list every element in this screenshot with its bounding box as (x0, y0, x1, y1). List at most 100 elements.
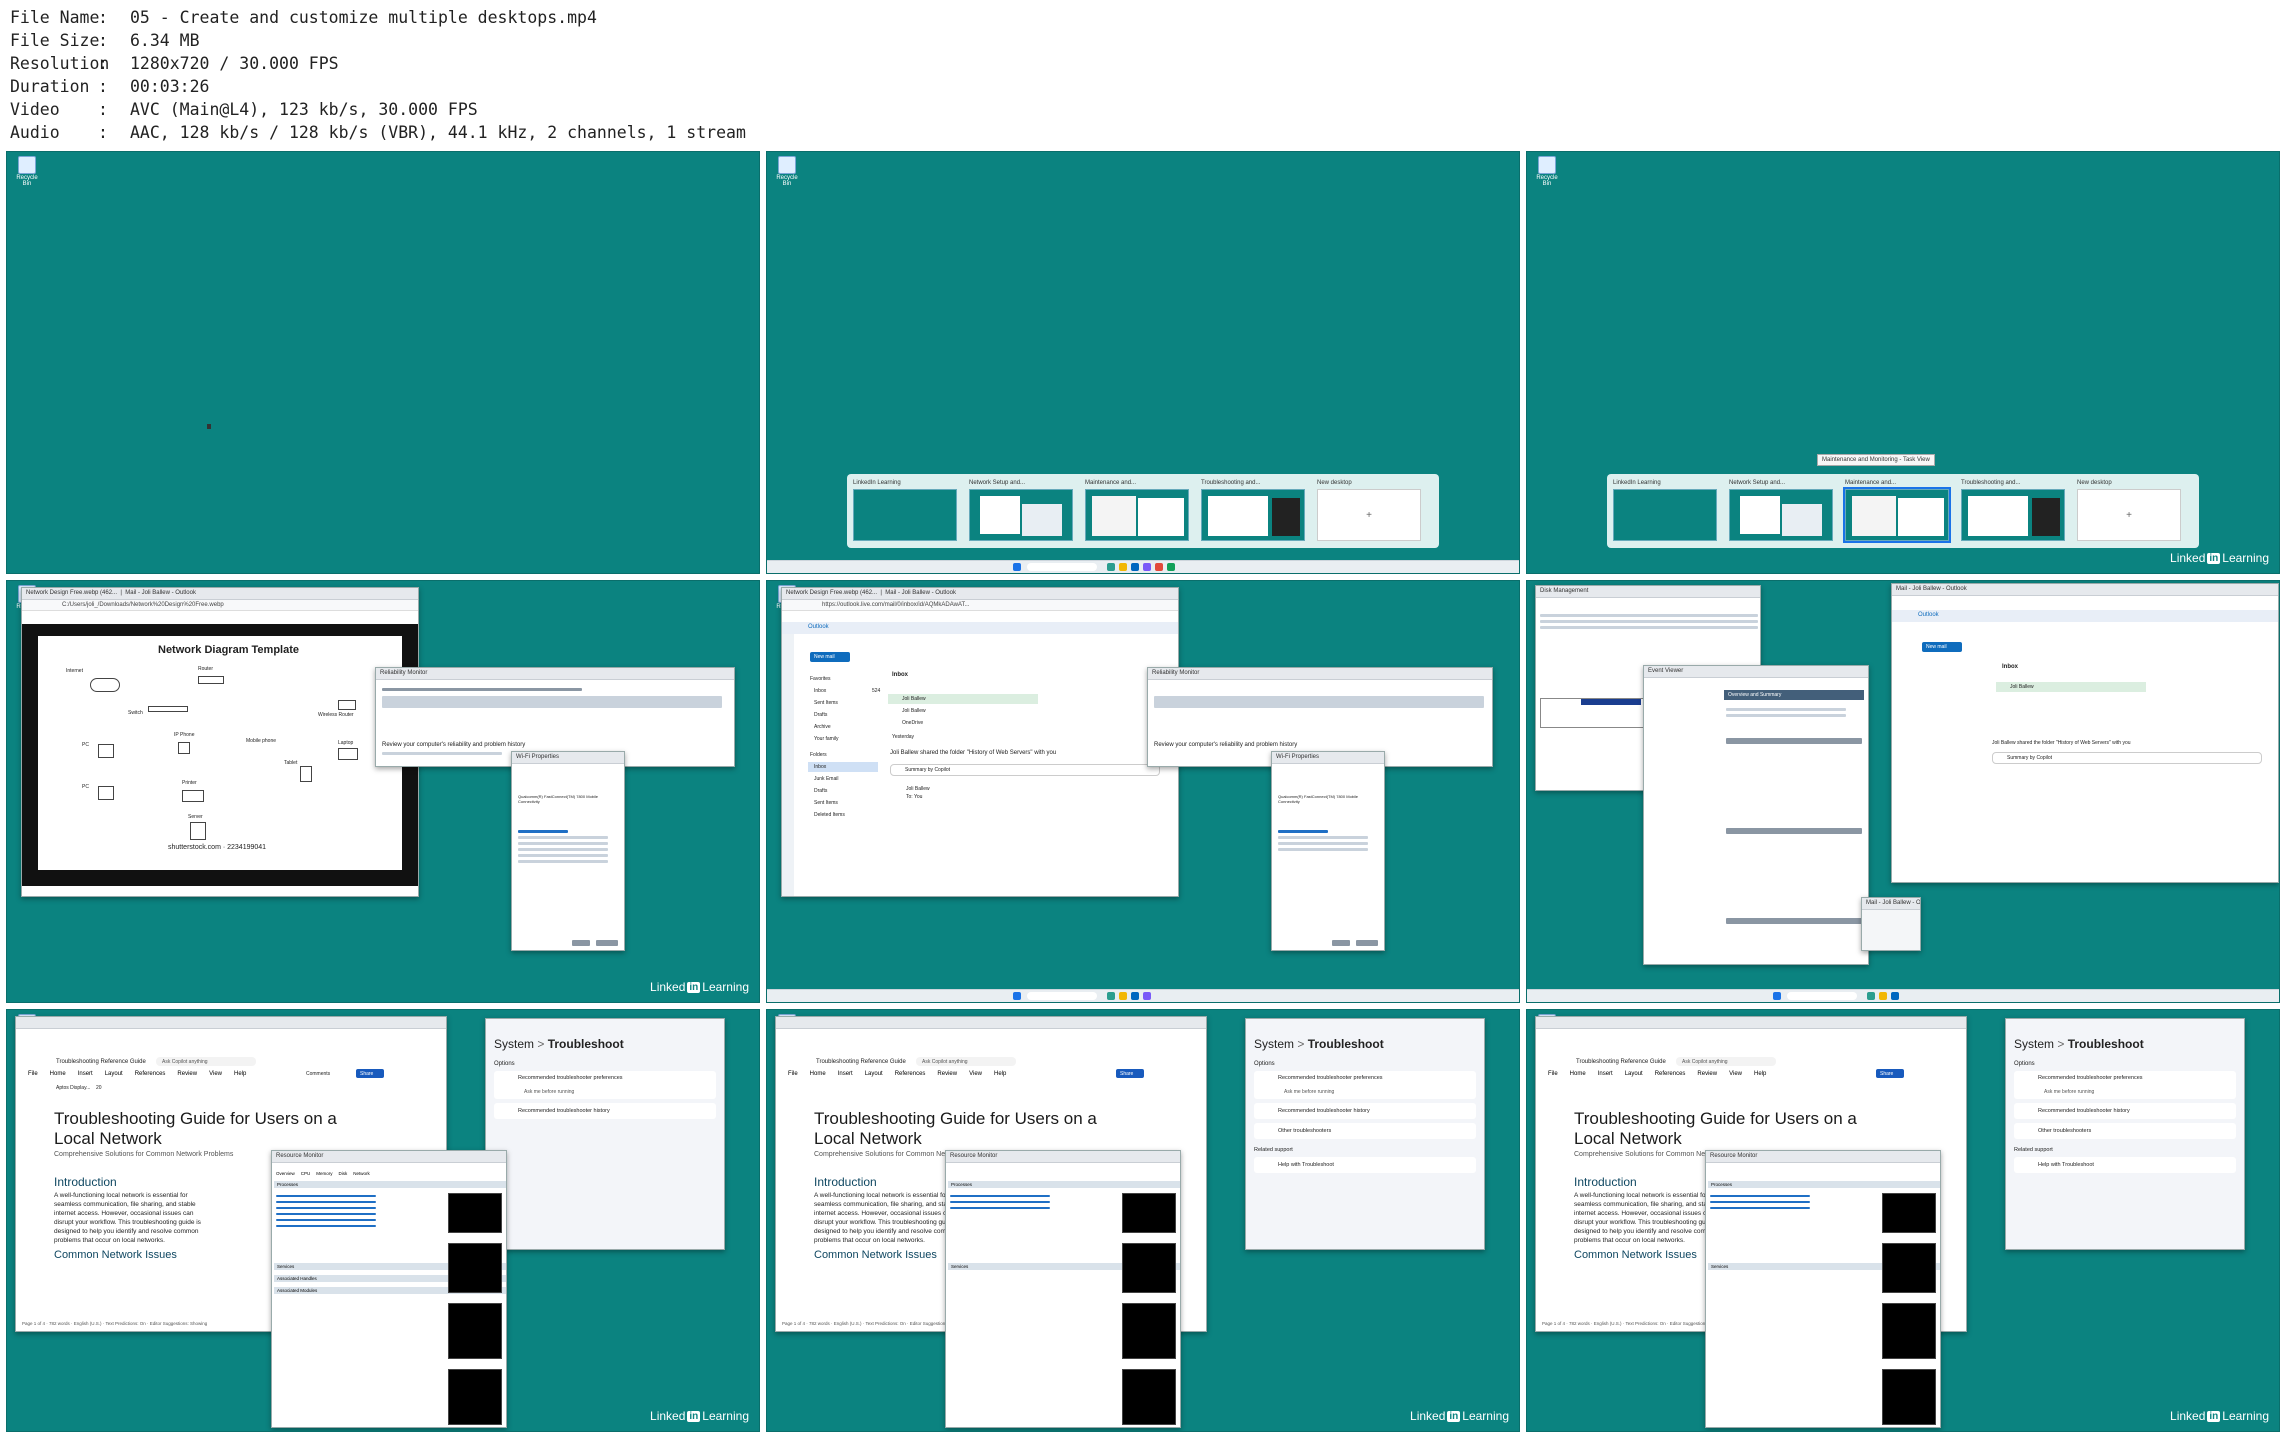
breadcrumb-system[interactable]: System (1254, 1037, 1294, 1051)
task-view-desktop[interactable]: Troubleshooting and... (1201, 480, 1305, 541)
app-icon[interactable] (1167, 563, 1175, 571)
process-row[interactable] (276, 1195, 376, 1197)
folder-item[interactable]: Archive (814, 724, 831, 730)
volume-row[interactable] (1540, 614, 1758, 617)
app-icon[interactable] (1143, 992, 1151, 1000)
ribbon-tab[interactable]: Insert (78, 1071, 93, 1077)
ribbon-tab[interactable]: Layout (865, 1071, 883, 1077)
ribbon-tab[interactable]: View (209, 1071, 222, 1077)
task-view-desktop[interactable]: Maintenance and... (1085, 480, 1189, 541)
ribbon-tab[interactable]: Layout (1625, 1071, 1643, 1077)
browser-tab[interactable]: Mail - Joli Ballew - Outlook (1892, 584, 2278, 596)
process-row[interactable] (276, 1213, 376, 1215)
list-item[interactable] (518, 848, 608, 851)
ribbon-tab[interactable]: File (1548, 1071, 1558, 1077)
process-row[interactable] (276, 1207, 376, 1209)
process-row[interactable] (1710, 1195, 1810, 1197)
help-card[interactable]: Help with Troubleshoot (2014, 1157, 2236, 1173)
processes-section[interactable]: Processes (948, 1181, 1180, 1188)
process-row[interactable] (276, 1225, 376, 1227)
share-button[interactable]: Share (1116, 1069, 1144, 1078)
resmon-tab[interactable]: CPU (301, 1171, 311, 1176)
log-summary-section[interactable] (1726, 918, 1862, 924)
recycle-bin[interactable]: Recycle Bin (773, 156, 801, 187)
app-icon[interactable] (1143, 563, 1151, 571)
recommended-history-card[interactable]: Recommended troubleshooter history (2014, 1103, 2236, 1119)
ribbon-tab[interactable]: Review (177, 1071, 197, 1077)
ask-before-dropdown[interactable]: Ask me before running (1284, 1089, 1334, 1095)
desktop-thumbnail[interactable] (1085, 489, 1189, 541)
task-view-new-desktop[interactable]: New desktop + (1317, 480, 1421, 541)
font-size[interactable]: 20 (96, 1085, 102, 1091)
copilot-search[interactable]: Ask Copilot anything (156, 1057, 256, 1066)
process-row[interactable] (950, 1195, 1050, 1197)
selected-folder[interactable]: Inbox (808, 762, 878, 772)
recommended-prefs-card[interactable]: Recommended troubleshooter preferences A… (1254, 1071, 1476, 1099)
recently-viewed-section[interactable] (1726, 828, 1862, 834)
copilot-search[interactable]: Ask Copilot anything (916, 1057, 1016, 1066)
outlook-icon[interactable] (1131, 992, 1139, 1000)
ribbon-tab[interactable]: View (1729, 1071, 1742, 1077)
list-item[interactable] (518, 860, 608, 863)
start-icon[interactable] (1013, 563, 1021, 571)
copilot-search[interactable]: Ask Copilot anything (1676, 1057, 1776, 1066)
folder-item[interactable]: Folders (810, 752, 827, 758)
selected-item[interactable] (518, 830, 568, 833)
task-view-desktop[interactable]: Maintenance and... (1843, 480, 1951, 543)
browser-tab[interactable]: Mail - Joli Ballew - Outlook (885, 590, 956, 596)
list-item[interactable] (518, 854, 608, 857)
process-row[interactable] (950, 1207, 1050, 1209)
processes-section[interactable]: Processes (1708, 1181, 1940, 1188)
recommended-history-card[interactable]: Recommended troubleshooter history (1254, 1103, 1476, 1119)
process-row[interactable] (1710, 1207, 1810, 1209)
summary-section[interactable] (1726, 738, 1862, 744)
desktop-thumbnail[interactable] (969, 489, 1073, 541)
folder-icon[interactable] (1119, 563, 1127, 571)
copilot-summary[interactable]: Summary by Copilot (1992, 752, 2262, 764)
message-row[interactable]: OneDrive (888, 718, 1038, 728)
list-item[interactable] (518, 836, 608, 839)
other-troubleshooters-card[interactable]: Other troubleshooters (2014, 1123, 2236, 1139)
folder-item[interactable]: Sent Items (814, 700, 838, 706)
volume-row[interactable] (1540, 626, 1758, 629)
browser-tab[interactable]: Mail - Joli Ballew - Outlook (125, 590, 196, 596)
process-row[interactable] (950, 1201, 1050, 1203)
outlook-icon[interactable] (1891, 992, 1899, 1000)
ribbon-tab[interactable]: Review (937, 1071, 957, 1077)
task-view-new-desktop[interactable]: New desktop + (2077, 480, 2181, 541)
folder-item[interactable]: Junk Email (814, 776, 838, 782)
window-preview[interactable]: Mail - Joli Ballew - Outlook (1861, 897, 1921, 951)
ask-before-dropdown[interactable]: Ask me before running (2044, 1089, 2094, 1095)
ribbon-tab[interactable]: References (135, 1071, 166, 1077)
ribbon-tab[interactable]: File (28, 1071, 38, 1077)
ribbon-tab[interactable]: References (1655, 1071, 1686, 1077)
recommended-history-card[interactable]: Recommended troubleshooter history (494, 1103, 716, 1119)
process-row[interactable] (1710, 1201, 1810, 1203)
new-desktop-plus-icon[interactable]: + (1317, 489, 1421, 541)
resmon-tab[interactable]: Memory (316, 1171, 332, 1176)
address-bar[interactable]: https://outlook.live.com/mail/0/inbox/id… (782, 600, 1178, 611)
folder-item[interactable]: Drafts (814, 788, 827, 794)
list-item[interactable] (1278, 836, 1368, 839)
recommended-prefs-card[interactable]: Recommended troubleshooter preferences A… (494, 1071, 716, 1099)
list-item[interactable] (1278, 842, 1368, 845)
resmon-tab[interactable]: Network (353, 1171, 370, 1176)
ribbon-tab[interactable]: Help (234, 1071, 246, 1077)
browser-tab[interactable]: Network Design Free.webp (462... (786, 590, 877, 596)
task-view-desktop[interactable]: LinkedIn Learning (1613, 480, 1717, 541)
address-bar[interactable]: C:/Users/joli_/Downloads/Network%20Desig… (22, 600, 418, 611)
ribbon-tab[interactable]: Help (1754, 1071, 1766, 1077)
folder-item[interactable]: Favorites (810, 676, 831, 682)
task-view-desktop[interactable]: Network Setup and... (969, 480, 1073, 541)
search-box[interactable] (1027, 563, 1097, 571)
folder-item[interactable]: Deleted Items (814, 812, 845, 818)
app-icon[interactable] (1867, 992, 1875, 1000)
app-icon[interactable] (1107, 563, 1115, 571)
desktop-thumbnail[interactable] (853, 489, 957, 541)
ribbon-tab[interactable]: Help (994, 1071, 1006, 1077)
font-selector[interactable]: Aptos Display... (56, 1085, 90, 1091)
ribbon-tab[interactable]: View (969, 1071, 982, 1077)
message-row[interactable]: Joli Ballew (888, 694, 1038, 704)
new-mail-button[interactable]: New mail (1922, 642, 1962, 652)
help-card[interactable]: Help with Troubleshoot (1254, 1157, 1476, 1173)
